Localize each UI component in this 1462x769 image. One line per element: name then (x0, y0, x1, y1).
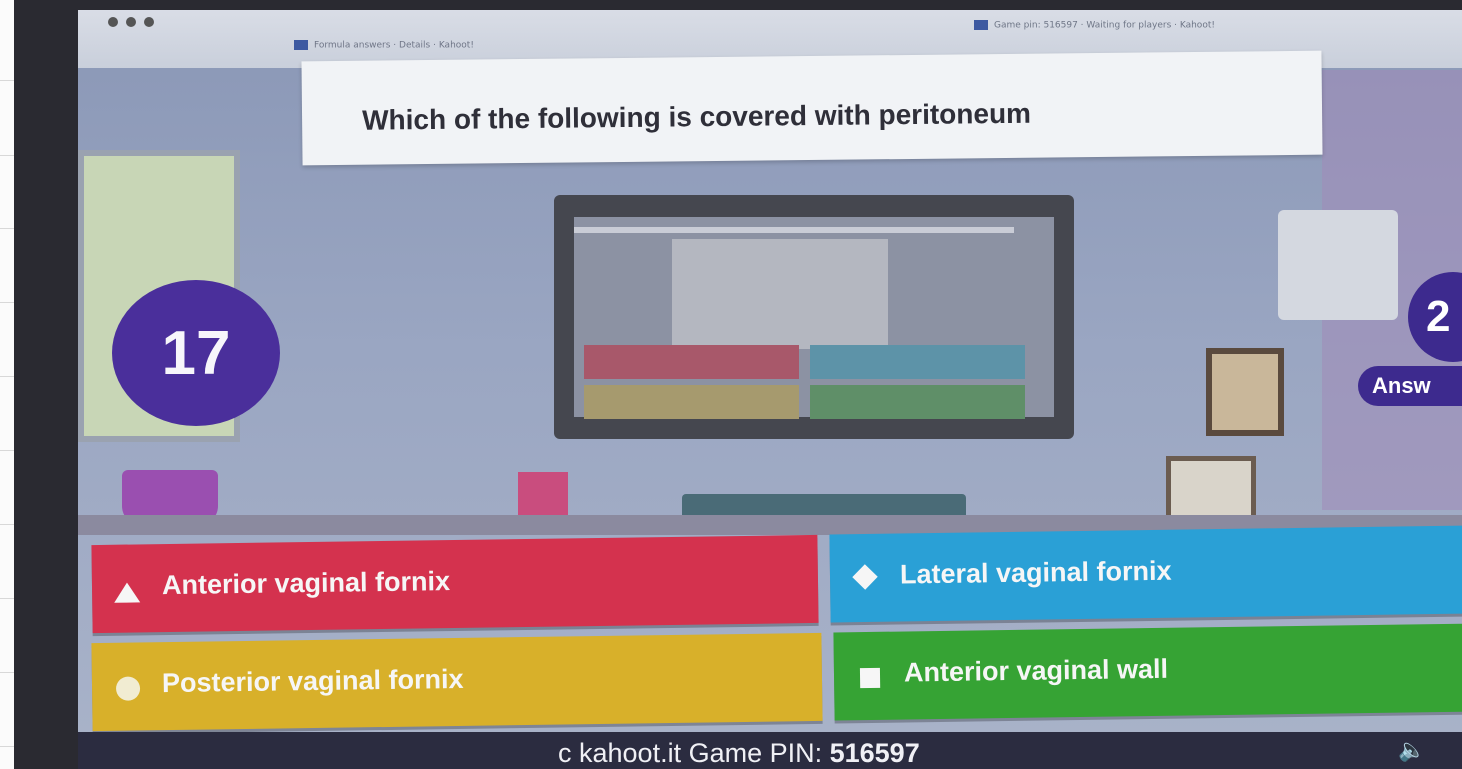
browser-tab-left[interactable]: Formula answers · Details · Kahoot! (294, 40, 474, 51)
answer-label: Posterior vaginal fornix (161, 663, 464, 699)
answer-diamond[interactable]: Lateral vaginal fornix (829, 525, 1462, 623)
kahoot-tab-icon (974, 20, 988, 30)
question-text: Which of the following is covered with p… (361, 97, 1032, 136)
speaker-icon[interactable]: 🔈 (1398, 738, 1425, 763)
window-controls[interactable] (108, 12, 162, 31)
timer-value: 17 (161, 318, 231, 388)
question-banner: Which of the following is covered with p… (301, 50, 1323, 166)
circle-icon (115, 676, 141, 701)
game-pin: 516597 (829, 738, 920, 768)
left-strip (0, 0, 14, 769)
diamond-icon (852, 564, 878, 590)
answer-label: Anterior vaginal fornix (161, 566, 451, 601)
kahoot-screen: Formula answers · Details · Kahoot! Game… (78, 10, 1462, 769)
photo-frame (1206, 348, 1284, 436)
answers-label: Answ (1358, 366, 1462, 406)
answer-label: Lateral vaginal fornix (899, 555, 1172, 590)
browser-tab-right[interactable]: Game pin: 516597 · Waiting for players ·… (974, 20, 1215, 31)
answer-triangle[interactable]: Anterior vaginal fornix (91, 534, 819, 634)
answer-circle[interactable]: Posterior vaginal fornix (91, 632, 823, 732)
answer-square[interactable]: Anterior vaginal wall (833, 623, 1462, 721)
answer-label: Anterior vaginal wall (903, 653, 1169, 688)
footer-bar: c kahoot.it Game PIN: 516597 🔈 (78, 732, 1462, 769)
game-pin-text: c kahoot.it Game PIN: 516597 (558, 738, 920, 768)
answers-count-value: 2 (1426, 292, 1451, 341)
lamp-illustration (1278, 210, 1398, 320)
tv-illustration (554, 195, 1074, 439)
square-icon (859, 667, 881, 689)
kahoot-tab-icon (294, 40, 308, 50)
countdown-timer: 17 (112, 280, 280, 426)
triangle-icon (113, 582, 141, 603)
